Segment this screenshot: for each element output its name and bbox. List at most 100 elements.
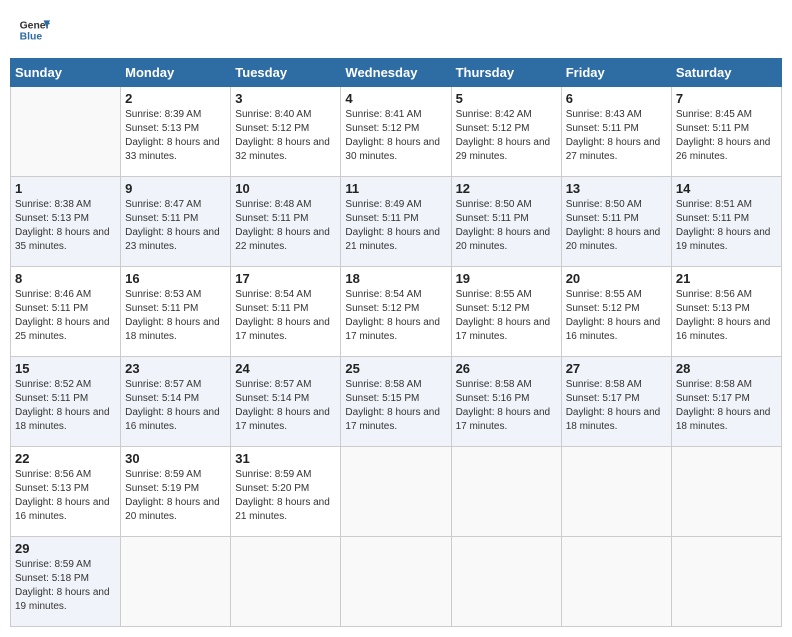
calendar-day-21: 21 Sunrise: 8:56 AM Sunset: 5:13 PM Dayl…: [671, 267, 781, 357]
day-info: Sunrise: 8:50 AM Sunset: 5:11 PM Dayligh…: [566, 198, 667, 254]
day-info: Sunrise: 8:58 AM Sunset: 5:17 PM Dayligh…: [566, 378, 667, 434]
calendar-day-23: 23 Sunrise: 8:57 AM Sunset: 5:14 PM Dayl…: [121, 357, 231, 447]
empty-cell: [121, 537, 231, 627]
calendar-day-29: 29 Sunrise: 8:59 AM Sunset: 5:18 PM Dayl…: [11, 537, 121, 627]
calendar-day-5: 5 Sunrise: 8:42 AM Sunset: 5:12 PM Dayli…: [451, 87, 561, 177]
empty-cell: [561, 447, 671, 537]
day-number: 16: [125, 271, 226, 286]
day-number: 7: [676, 91, 777, 106]
day-info: Sunrise: 8:57 AM Sunset: 5:14 PM Dayligh…: [125, 378, 226, 434]
day-number: 25: [345, 361, 446, 376]
calendar-day-14: 14 Sunrise: 8:51 AM Sunset: 5:11 PM Dayl…: [671, 177, 781, 267]
day-number: 15: [15, 361, 116, 376]
day-number: 3: [235, 91, 336, 106]
day-info: Sunrise: 8:47 AM Sunset: 5:11 PM Dayligh…: [125, 198, 226, 254]
calendar-day-12: 12 Sunrise: 8:50 AM Sunset: 5:11 PM Dayl…: [451, 177, 561, 267]
day-number: 28: [676, 361, 777, 376]
calendar-day-19: 19 Sunrise: 8:55 AM Sunset: 5:12 PM Dayl…: [451, 267, 561, 357]
empty-cell: [341, 447, 451, 537]
logo: General Blue: [18, 14, 54, 46]
calendar-day-2: 2 Sunrise: 8:39 AM Sunset: 5:13 PM Dayli…: [121, 87, 231, 177]
day-info: Sunrise: 8:41 AM Sunset: 5:12 PM Dayligh…: [345, 108, 446, 164]
day-number: 4: [345, 91, 446, 106]
calendar-day-15: 15 Sunrise: 8:52 AM Sunset: 5:11 PM Dayl…: [11, 357, 121, 447]
empty-cell: [341, 537, 451, 627]
day-number: 29: [15, 541, 116, 556]
day-info: Sunrise: 8:55 AM Sunset: 5:12 PM Dayligh…: [456, 288, 557, 344]
calendar-day-11: 11 Sunrise: 8:49 AM Sunset: 5:11 PM Dayl…: [341, 177, 451, 267]
calendar-day-30: 30 Sunrise: 8:59 AM Sunset: 5:19 PM Dayl…: [121, 447, 231, 537]
day-number: 13: [566, 181, 667, 196]
day-info: Sunrise: 8:39 AM Sunset: 5:13 PM Dayligh…: [125, 108, 226, 164]
day-number: 5: [456, 91, 557, 106]
calendar-day-7: 7 Sunrise: 8:45 AM Sunset: 5:11 PM Dayli…: [671, 87, 781, 177]
day-info: Sunrise: 8:59 AM Sunset: 5:18 PM Dayligh…: [15, 558, 116, 614]
calendar-day-20: 20 Sunrise: 8:55 AM Sunset: 5:12 PM Dayl…: [561, 267, 671, 357]
day-number: 21: [676, 271, 777, 286]
day-info: Sunrise: 8:46 AM Sunset: 5:11 PM Dayligh…: [15, 288, 116, 344]
calendar-day-22: 22 Sunrise: 8:56 AM Sunset: 5:13 PM Dayl…: [11, 447, 121, 537]
calendar-day-28: 28 Sunrise: 8:58 AM Sunset: 5:17 PM Dayl…: [671, 357, 781, 447]
day-header-friday: Friday: [561, 59, 671, 87]
calendar-week-row: 1 Sunrise: 8:38 AM Sunset: 5:13 PM Dayli…: [11, 177, 782, 267]
empty-cell: [231, 537, 341, 627]
calendar-day-6: 6 Sunrise: 8:43 AM Sunset: 5:11 PM Dayli…: [561, 87, 671, 177]
day-info: Sunrise: 8:54 AM Sunset: 5:12 PM Dayligh…: [345, 288, 446, 344]
day-number: 23: [125, 361, 226, 376]
day-info: Sunrise: 8:57 AM Sunset: 5:14 PM Dayligh…: [235, 378, 336, 434]
empty-cell: [561, 537, 671, 627]
calendar-day-10: 10 Sunrise: 8:48 AM Sunset: 5:11 PM Dayl…: [231, 177, 341, 267]
day-number: 6: [566, 91, 667, 106]
calendar-table: SundayMondayTuesdayWednesdayThursdayFrid…: [10, 58, 782, 627]
day-number: 9: [125, 181, 226, 196]
day-info: Sunrise: 8:56 AM Sunset: 5:13 PM Dayligh…: [15, 468, 116, 524]
day-number: 1: [15, 181, 116, 196]
day-info: Sunrise: 8:55 AM Sunset: 5:12 PM Dayligh…: [566, 288, 667, 344]
empty-cell: [451, 537, 561, 627]
day-header-monday: Monday: [121, 59, 231, 87]
calendar-header-row: SundayMondayTuesdayWednesdayThursdayFrid…: [11, 59, 782, 87]
day-number: 26: [456, 361, 557, 376]
calendar-day-1: 1 Sunrise: 8:38 AM Sunset: 5:13 PM Dayli…: [11, 177, 121, 267]
calendar-week-row: 22 Sunrise: 8:56 AM Sunset: 5:13 PM Dayl…: [11, 447, 782, 537]
empty-cell: [451, 447, 561, 537]
calendar-day-31: 31 Sunrise: 8:59 AM Sunset: 5:20 PM Dayl…: [231, 447, 341, 537]
calendar-day-3: 3 Sunrise: 8:40 AM Sunset: 5:12 PM Dayli…: [231, 87, 341, 177]
calendar-body: 2 Sunrise: 8:39 AM Sunset: 5:13 PM Dayli…: [11, 87, 782, 627]
day-number: 30: [125, 451, 226, 466]
calendar-day-27: 27 Sunrise: 8:58 AM Sunset: 5:17 PM Dayl…: [561, 357, 671, 447]
calendar-day-4: 4 Sunrise: 8:41 AM Sunset: 5:12 PM Dayli…: [341, 87, 451, 177]
day-info: Sunrise: 8:40 AM Sunset: 5:12 PM Dayligh…: [235, 108, 336, 164]
day-info: Sunrise: 8:38 AM Sunset: 5:13 PM Dayligh…: [15, 198, 116, 254]
calendar-day-13: 13 Sunrise: 8:50 AM Sunset: 5:11 PM Dayl…: [561, 177, 671, 267]
svg-text:Blue: Blue: [20, 32, 43, 43]
calendar-day-25: 25 Sunrise: 8:58 AM Sunset: 5:15 PM Dayl…: [341, 357, 451, 447]
calendar-day-9: 9 Sunrise: 8:47 AM Sunset: 5:11 PM Dayli…: [121, 177, 231, 267]
day-info: Sunrise: 8:51 AM Sunset: 5:11 PM Dayligh…: [676, 198, 777, 254]
day-number: 22: [15, 451, 116, 466]
day-info: Sunrise: 8:43 AM Sunset: 5:11 PM Dayligh…: [566, 108, 667, 164]
day-number: 12: [456, 181, 557, 196]
day-info: Sunrise: 8:50 AM Sunset: 5:11 PM Dayligh…: [456, 198, 557, 254]
day-number: 18: [345, 271, 446, 286]
empty-cell: [671, 537, 781, 627]
calendar-week-row: 15 Sunrise: 8:52 AM Sunset: 5:11 PM Dayl…: [11, 357, 782, 447]
calendar-week-row: 8 Sunrise: 8:46 AM Sunset: 5:11 PM Dayli…: [11, 267, 782, 357]
day-info: Sunrise: 8:59 AM Sunset: 5:19 PM Dayligh…: [125, 468, 226, 524]
day-number: 31: [235, 451, 336, 466]
empty-cell: [671, 447, 781, 537]
day-info: Sunrise: 8:58 AM Sunset: 5:15 PM Dayligh…: [345, 378, 446, 434]
day-info: Sunrise: 8:56 AM Sunset: 5:13 PM Dayligh…: [676, 288, 777, 344]
calendar-day-26: 26 Sunrise: 8:58 AM Sunset: 5:16 PM Dayl…: [451, 357, 561, 447]
calendar-day-24: 24 Sunrise: 8:57 AM Sunset: 5:14 PM Dayl…: [231, 357, 341, 447]
page-header: General Blue: [10, 10, 782, 50]
day-number: 20: [566, 271, 667, 286]
day-header-saturday: Saturday: [671, 59, 781, 87]
day-number: 2: [125, 91, 226, 106]
day-info: Sunrise: 8:53 AM Sunset: 5:11 PM Dayligh…: [125, 288, 226, 344]
day-info: Sunrise: 8:42 AM Sunset: 5:12 PM Dayligh…: [456, 108, 557, 164]
day-number: 10: [235, 181, 336, 196]
day-info: Sunrise: 8:54 AM Sunset: 5:11 PM Dayligh…: [235, 288, 336, 344]
logo-icon: General Blue: [18, 14, 50, 46]
day-number: 24: [235, 361, 336, 376]
